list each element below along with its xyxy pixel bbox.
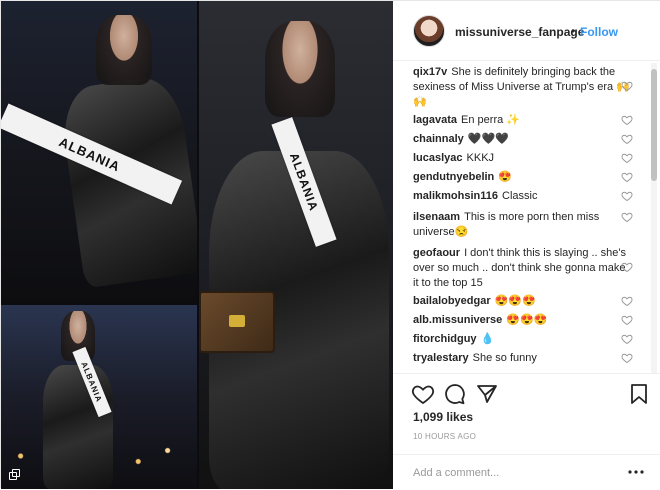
- comment-item: qix17v She is definitely bringing back th…: [413, 65, 633, 110]
- comment-username[interactable]: chainnaly: [413, 133, 464, 145]
- comment-username[interactable]: alb.missuniverse: [413, 314, 502, 326]
- comment-item: malikmohsin116 Classic: [413, 189, 633, 204]
- bookmark-icon[interactable]: [627, 382, 651, 406]
- comment-username[interactable]: tryalestary: [413, 352, 469, 364]
- share-icon[interactable]: [475, 382, 499, 406]
- comment-input[interactable]: [411, 463, 615, 483]
- heart-icon[interactable]: [621, 152, 633, 164]
- photo-right: ALBANIA: [199, 1, 393, 489]
- comment-text: Classic: [502, 190, 538, 202]
- comment-item: alb.missuniverse 😍😍😍: [413, 313, 633, 328]
- heart-icon[interactable]: [621, 333, 633, 345]
- comment-text: 😍😍😍: [506, 314, 548, 326]
- heart-icon[interactable]: [411, 382, 435, 406]
- comment-username[interactable]: gendutnyebelin: [413, 171, 494, 183]
- comment-username[interactable]: lagavata: [413, 114, 457, 126]
- heart-icon[interactable]: [621, 352, 633, 364]
- comment-icon[interactable]: [443, 382, 467, 406]
- photo-top-left: ALBANIA: [1, 1, 197, 303]
- heart-icon[interactable]: [621, 80, 633, 92]
- comment-item: lucaslyac KKKJ: [413, 151, 633, 166]
- comment-username[interactable]: lucaslyac: [413, 152, 463, 164]
- comment-username[interactable]: fitorchidguy: [413, 333, 477, 345]
- figure-head: [265, 21, 335, 117]
- handbag: [199, 291, 275, 353]
- comment-text: 💧: [480, 333, 495, 345]
- comment-text: 🖤🖤🖤: [467, 133, 509, 145]
- comment-item: tryalestary She so funny: [413, 351, 633, 366]
- comment-text: She so funny: [472, 352, 537, 364]
- comment-item: chainnaly 🖤🖤🖤: [413, 132, 633, 147]
- add-comment-bar: [393, 454, 660, 490]
- comment-username[interactable]: ilsenaam: [413, 211, 460, 223]
- avatar[interactable]: [413, 15, 445, 47]
- likes-count[interactable]: 1,099 likes: [413, 410, 473, 424]
- photo-bottom-left: ALBANIA: [1, 305, 197, 489]
- comment-username[interactable]: bailalobyedgar: [413, 295, 491, 307]
- more-options-icon[interactable]: [627, 467, 645, 477]
- comment-item: ilsenaam This is more porn then miss univ…: [413, 210, 633, 240]
- heart-icon[interactable]: [621, 133, 633, 145]
- comment-item: fitorchidguy 💧: [413, 332, 633, 347]
- heart-icon[interactable]: [621, 211, 633, 223]
- instagram-post: ALBANIA ALBANIA ALBANIA missuniverse_fan…: [0, 0, 660, 489]
- comment-text: En perra ✨: [461, 114, 520, 126]
- comment-username[interactable]: malikmohsin116: [413, 190, 498, 202]
- comment-text: KKKJ: [466, 152, 495, 164]
- comment-item: lagavata En perra ✨: [413, 113, 633, 128]
- post-actions: 1,099 likes 10 HOURS AGO: [393, 373, 660, 489]
- post-sidebar: missuniverse_fanpage • Follow qix17v She …: [393, 1, 660, 489]
- heart-icon[interactable]: [621, 171, 633, 183]
- follow-button[interactable]: Follow: [580, 25, 618, 39]
- figure-head: [96, 15, 152, 85]
- post-media[interactable]: ALBANIA ALBANIA ALBANIA: [1, 1, 393, 489]
- comment-username[interactable]: geofaour: [413, 247, 460, 259]
- heart-icon[interactable]: [621, 314, 633, 326]
- heart-icon[interactable]: [621, 190, 633, 202]
- heart-icon[interactable]: [621, 114, 633, 126]
- handbag-clasp: [229, 315, 245, 327]
- heart-icon[interactable]: [621, 295, 633, 307]
- separator-dot: •: [571, 24, 576, 38]
- heart-icon[interactable]: [621, 261, 633, 273]
- post-header: missuniverse_fanpage • Follow: [393, 1, 660, 61]
- dress-shape: [43, 365, 113, 489]
- comments-scrollbar[interactable]: [651, 63, 657, 373]
- comment-text: 😍: [498, 171, 512, 183]
- comment-item: gendutnyebelin 😍: [413, 170, 633, 185]
- multiple-photos-icon: [9, 469, 21, 481]
- comment-text: 😍😍😍: [494, 295, 536, 307]
- comments-list[interactable]: qix17v She is definitely bringing back th…: [393, 61, 655, 373]
- comment-username[interactable]: qix17v: [413, 66, 447, 78]
- username-link[interactable]: missuniverse_fanpage: [455, 25, 584, 39]
- comment-item: bailalobyedgar 😍😍😍: [413, 294, 633, 309]
- comment-item: geofaour I don't think this is slaying ..…: [413, 246, 633, 291]
- scrollbar-thumb[interactable]: [651, 69, 657, 181]
- post-timestamp[interactable]: 10 HOURS AGO: [413, 432, 476, 441]
